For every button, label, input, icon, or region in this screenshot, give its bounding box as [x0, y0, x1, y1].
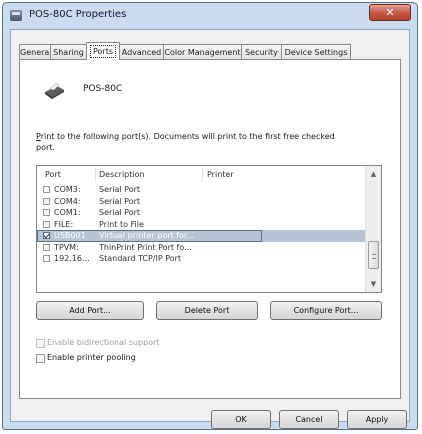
port-name: COM3: [54, 185, 81, 194]
port-row-usb001[interactable]: USB001 Virtual printer port for... [37, 230, 365, 242]
pooling-checkbox[interactable] [36, 354, 45, 363]
window-title: POS-80C Properties [29, 9, 127, 20]
port-checkbox[interactable] [43, 220, 50, 228]
port-name: 192.16... [54, 254, 90, 263]
apply-button[interactable]: Apply [347, 410, 407, 429]
ports-description: Print to the following port(s). Document… [36, 131, 336, 153]
port-checkbox[interactable] [43, 209, 50, 216]
port-description: Print to File [99, 219, 144, 229]
port-row-tpvm[interactable]: TPVM: ThinPrint Print Port fo... [37, 242, 365, 254]
header-printer[interactable]: Printer [207, 170, 234, 179]
port-description: ThinPrint Print Port fo... [99, 242, 192, 252]
tab-sharing[interactable]: Sharing [50, 44, 87, 59]
port-row-tcpip[interactable]: 192.16... Standard TCP/IP Port [37, 253, 365, 265]
add-port-button[interactable]: Add Port... [36, 301, 144, 320]
port-name: TPVM: [54, 242, 79, 252]
port-rows: COM3: Serial Port COM4: Serial Port COM1… [37, 184, 365, 265]
port-row-com4[interactable]: COM4: Serial Port [37, 196, 365, 208]
tab-ports[interactable]: Ports [86, 42, 120, 60]
port-description: Virtual printer port for... [99, 231, 195, 240]
tab-color-management[interactable]: Color Management [163, 44, 242, 59]
ok-button[interactable]: OK [211, 410, 271, 429]
port-checkbox[interactable] [43, 186, 50, 193]
port-description: Standard TCP/IP Port [99, 254, 182, 263]
delete-port-button[interactable]: Delete Port [156, 301, 258, 320]
tab-ports-label: Ports [89, 45, 117, 58]
header-divider [202, 168, 203, 182]
port-name: USB001 [54, 231, 86, 240]
header-port[interactable]: Port [45, 170, 61, 179]
header-description[interactable]: Description [99, 170, 145, 179]
port-checkbox[interactable] [43, 197, 50, 205]
port-checkbox[interactable] [43, 243, 50, 251]
tab-device-settings[interactable]: Device Settings [281, 44, 351, 59]
tab-advanced[interactable]: Advanced [119, 44, 164, 59]
tab-general[interactable]: General [19, 44, 51, 59]
scroll-grip-icon [372, 254, 376, 259]
close-button[interactable]: ✕ [369, 4, 411, 21]
port-name: COM1: [54, 208, 81, 217]
description-text: rint to the following port(s). Documents… [36, 132, 335, 152]
ports-panel: POS-80C Print to the following port(s). … [19, 59, 401, 399]
port-row-com1[interactable]: COM1: Serial Port [37, 207, 365, 219]
port-name: COM4: [54, 196, 81, 206]
scroll-thumb[interactable] [368, 241, 379, 269]
scroll-up-icon[interactable]: ▲ [366, 167, 381, 181]
cancel-button[interactable]: Cancel [279, 410, 339, 429]
port-description: Serial Port [99, 208, 141, 217]
tab-strip: General Sharing Ports Advanced Color Man… [19, 42, 401, 60]
bidirectional-label: Enable bidirectional support [47, 338, 160, 347]
port-checkbox[interactable] [43, 255, 50, 262]
printer-window-icon [10, 10, 22, 21]
printer-icon [45, 82, 64, 99]
port-name: FILE: [54, 219, 74, 229]
tab-security[interactable]: Security [241, 44, 282, 59]
port-checkbox-checked[interactable] [43, 232, 50, 239]
bidirectional-checkbox [36, 339, 45, 348]
printer-name: POS-80C [83, 84, 123, 94]
port-list-scrollbar[interactable]: ▲ ▼ [365, 166, 381, 292]
port-list-header: Port Description Printer [37, 166, 365, 184]
port-row-com3[interactable]: COM3: Serial Port [37, 184, 365, 196]
port-list[interactable]: Port Description Printer COM3: Serial Po… [36, 165, 382, 293]
port-row-file[interactable]: FILE: Print to File [37, 219, 365, 231]
port-description: Serial Port [99, 185, 141, 194]
configure-port-button[interactable]: Configure Port... [270, 301, 382, 320]
pooling-label: Enable printer pooling [47, 353, 136, 362]
port-description: Serial Port [99, 196, 141, 206]
title-bar[interactable]: POS-80C Properties ✕ [3, 3, 417, 29]
properties-dialog: POS-80C Properties ✕ General Sharing Por… [2, 2, 418, 430]
dialog-body: General Sharing Ports Advanced Color Man… [10, 29, 410, 429]
header-divider [95, 168, 96, 182]
scroll-down-icon[interactable]: ▼ [366, 277, 381, 291]
